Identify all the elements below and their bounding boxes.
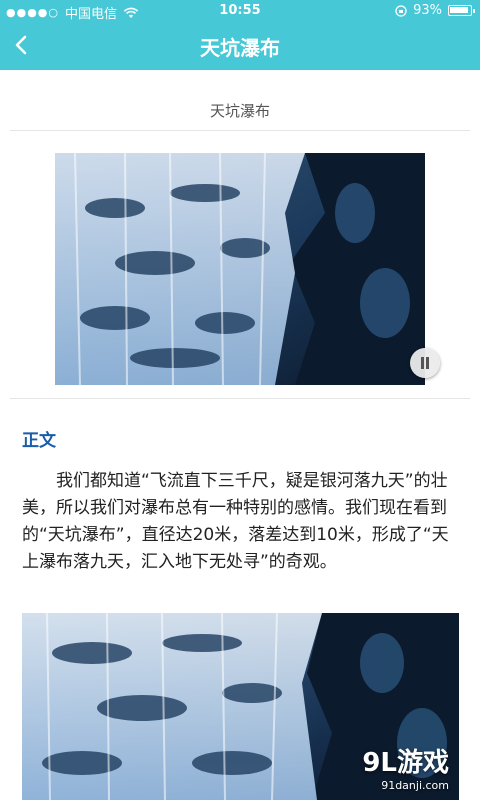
status-bar: ●●●●○ 中国电信 10:55 93% — [0, 0, 480, 22]
pause-button[interactable] — [410, 348, 440, 378]
battery-percent: 93% — [413, 3, 442, 18]
watermark-logo: 9L游戏 — [362, 748, 449, 778]
page-title: 天坑瀑布 — [200, 36, 280, 60]
divider — [10, 130, 470, 131]
article-paragraph: 我们都知道“飞流直下三千尺，疑是银河落九天”的壮美，所以我们对瀑布总有一种特别的… — [22, 471, 449, 572]
battery-icon — [448, 5, 475, 16]
video-player[interactable] — [55, 153, 425, 385]
waterfall-image — [55, 153, 425, 385]
article-title: 天坑瀑布 — [209, 102, 270, 120]
watermark: 9L游戏 91danji.com — [362, 742, 449, 792]
app-header: ●●●●○ 中国电信 10:55 93% 天坑瀑布 — [0, 0, 480, 70]
divider — [10, 398, 470, 399]
navigation-bar: 天坑瀑布 — [0, 22, 480, 70]
rotation-lock-icon — [395, 4, 407, 17]
section-title: 正文 — [22, 431, 56, 451]
watermark-url: 91danji.com — [381, 779, 449, 792]
article-image: 9L游戏 91danji.com — [22, 613, 459, 800]
battery-level — [450, 7, 468, 13]
